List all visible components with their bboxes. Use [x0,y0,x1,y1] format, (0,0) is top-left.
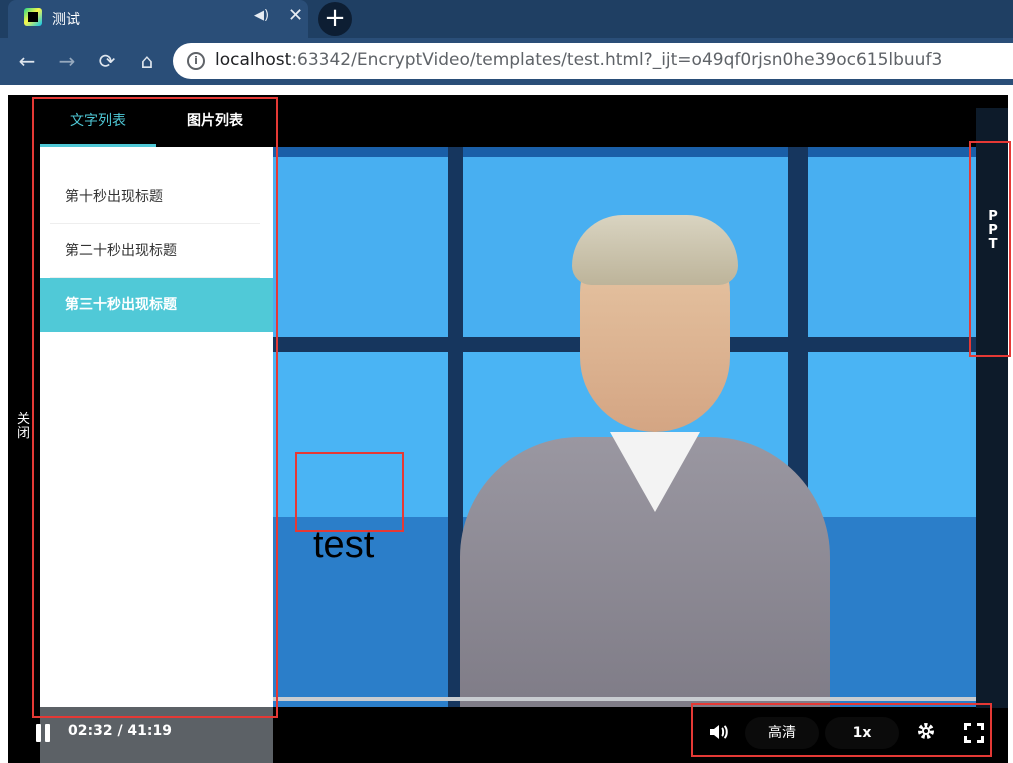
pause-icon[interactable] [34,724,52,744]
url-host: localhost [215,50,292,70]
video-overlay-text: test [313,524,375,566]
ppt-label: PPT [987,210,999,252]
address-bar[interactable]: i localhost:63342/EncryptVideo/templates… [173,43,1013,79]
back-arrow-icon[interactable]: ← [14,48,40,74]
fullscreen-corner [964,736,971,743]
tab-image-list[interactable]: 图片列表 [157,95,273,147]
quality-button[interactable]: 高清 [745,717,819,749]
list-item-active[interactable]: 第三十秒出现标题 [40,278,273,332]
control-bar: 02:32 / 41:19 高清 1x [8,707,1008,763]
time-readout: 02:32 / 41:19 [68,723,172,739]
browser-tab[interactable]: 测试 ◀) ✕ [8,0,308,38]
chapter-list: 第十秒出现标题 第二十秒出现标题 第三十秒出现标题 [40,170,273,332]
info-icon[interactable]: i [187,52,205,70]
speed-button[interactable]: 1x [825,717,899,749]
vertical-char: P [988,223,998,238]
vertical-char: 关 [17,412,31,427]
fullscreen-corner [977,736,984,743]
vertical-char: P [988,209,998,224]
vertical-char: 闭 [17,426,31,441]
speaker-icon[interactable] [706,721,730,745]
fullscreen-icon[interactable] [964,723,984,743]
forward-arrow-icon[interactable]: → [54,48,80,74]
side-panel: 文字列表 图片列表 第十秒出现标题 第二十秒出现标题 第三十秒出现标题 [40,95,273,763]
fullscreen-corner [977,723,984,730]
page-margin [0,85,1013,95]
close-icon[interactable]: ✕ [288,5,303,26]
video-presenter [460,207,830,707]
tab-title: 测试 [52,12,80,28]
new-tab-button[interactable]: + [318,2,352,36]
ppt-toggle[interactable]: PPT [976,108,1008,708]
reload-icon[interactable]: ⟳ [94,48,120,74]
speaker-icon[interactable]: ◀) [254,8,269,23]
url-text[interactable]: localhost:63342/EncryptVideo/templates/t… [215,50,942,70]
home-icon[interactable]: ⌂ [134,48,160,74]
presenter-hair [572,215,738,285]
panel-tabs: 文字列表 图片列表 [40,95,273,147]
list-item[interactable]: 第二十秒出现标题 [50,224,260,278]
fullscreen-corner [964,723,971,730]
video-player[interactable]: test 关闭 文字列表 图片列表 第十秒出现标题 第二十秒出现标题 第三十秒出… [8,95,1008,763]
browser-toolbar: ← → ⟳ ⌂ i localhost:63342/EncryptVideo/t… [0,38,1013,85]
browser-tab-strip: 测试 ◀) ✕ + [0,0,1013,38]
close-panel-label: 关闭 [17,413,31,441]
vertical-char: T [988,237,998,252]
list-item[interactable]: 第十秒出现标题 [50,170,260,224]
url-path: :63342/EncryptVideo/templates/test.html?… [291,50,943,70]
pycharm-favicon-icon [24,8,42,26]
close-panel-tab[interactable]: 关闭 [8,95,40,763]
gear-icon[interactable] [914,721,938,745]
tab-text-list[interactable]: 文字列表 [40,95,156,147]
